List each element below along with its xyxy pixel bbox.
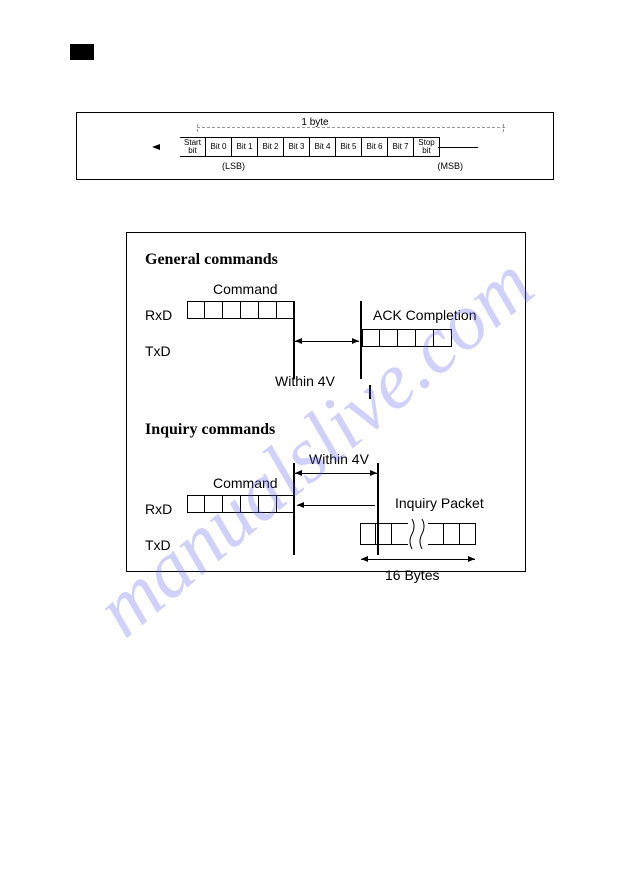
bit-cell: Bit 1 — [232, 137, 258, 157]
start-bit-cell: Startbit — [180, 137, 206, 157]
msb-label: (MSB) — [438, 161, 464, 171]
bit-cell: Bit 3 — [284, 137, 310, 157]
break-icon — [408, 523, 428, 545]
command-boxes — [187, 301, 295, 319]
inquiry-title: Inquiry commands — [145, 421, 507, 439]
byte-structure-diagram: 1 byte Startbit Bit 0 Bit 1 Bit 2 Bit 3 … — [76, 112, 554, 180]
txd-label: TxD — [145, 343, 171, 359]
command-label: Command — [213, 475, 278, 491]
general-title: General commands — [145, 251, 507, 269]
timing-arrow — [295, 473, 377, 474]
arrow-left-icon — [152, 144, 160, 150]
timing-label: Within 4V — [309, 451, 369, 467]
command-label: Command — [213, 281, 278, 297]
tick-mark — [369, 385, 371, 399]
general-section: Command RxD TxD Within 4V ACK Completion — [145, 281, 507, 421]
bit-cell: Bit 2 — [258, 137, 284, 157]
stop-bit-cell: Stopbit — [414, 137, 440, 157]
inquiry-section: Within 4V Command RxD TxD Inquiry Packet… — [145, 451, 507, 591]
timing-label: Within 4V — [275, 373, 335, 389]
bit-cell: Bit 5 — [336, 137, 362, 157]
bit-cell: Bit 7 — [388, 137, 414, 157]
commands-diagram: General commands Command RxD TxD Within … — [126, 232, 526, 572]
vline — [293, 463, 295, 555]
bytes-arrow — [361, 559, 475, 560]
arrow-line — [438, 147, 478, 148]
bits-row: Startbit Bit 0 Bit 1 Bit 2 Bit 3 Bit 4 B… — [152, 137, 478, 157]
ack-label: ACK Completion — [373, 307, 477, 323]
timing-arrow — [295, 341, 359, 342]
inquiry-boxes — [360, 523, 476, 545]
bit-cell: Bit 6 — [362, 137, 388, 157]
ack-boxes — [362, 329, 452, 347]
command-boxes — [187, 495, 295, 513]
arrow — [297, 505, 375, 506]
txd-label: TxD — [145, 537, 171, 553]
rxd-label: RxD — [145, 307, 172, 323]
lsb-label: (LSB) — [222, 161, 245, 171]
bytes-label: 16 Bytes — [385, 567, 439, 583]
bits-labels: (LSB) (MSB) — [77, 161, 553, 171]
bit-cell: Bit 0 — [206, 137, 232, 157]
byte-dashed-line — [197, 127, 505, 128]
bit-cell: Bit 4 — [310, 137, 336, 157]
page-marker — [70, 44, 94, 60]
rxd-label: RxD — [145, 501, 172, 517]
packet-label: Inquiry Packet — [395, 495, 484, 511]
